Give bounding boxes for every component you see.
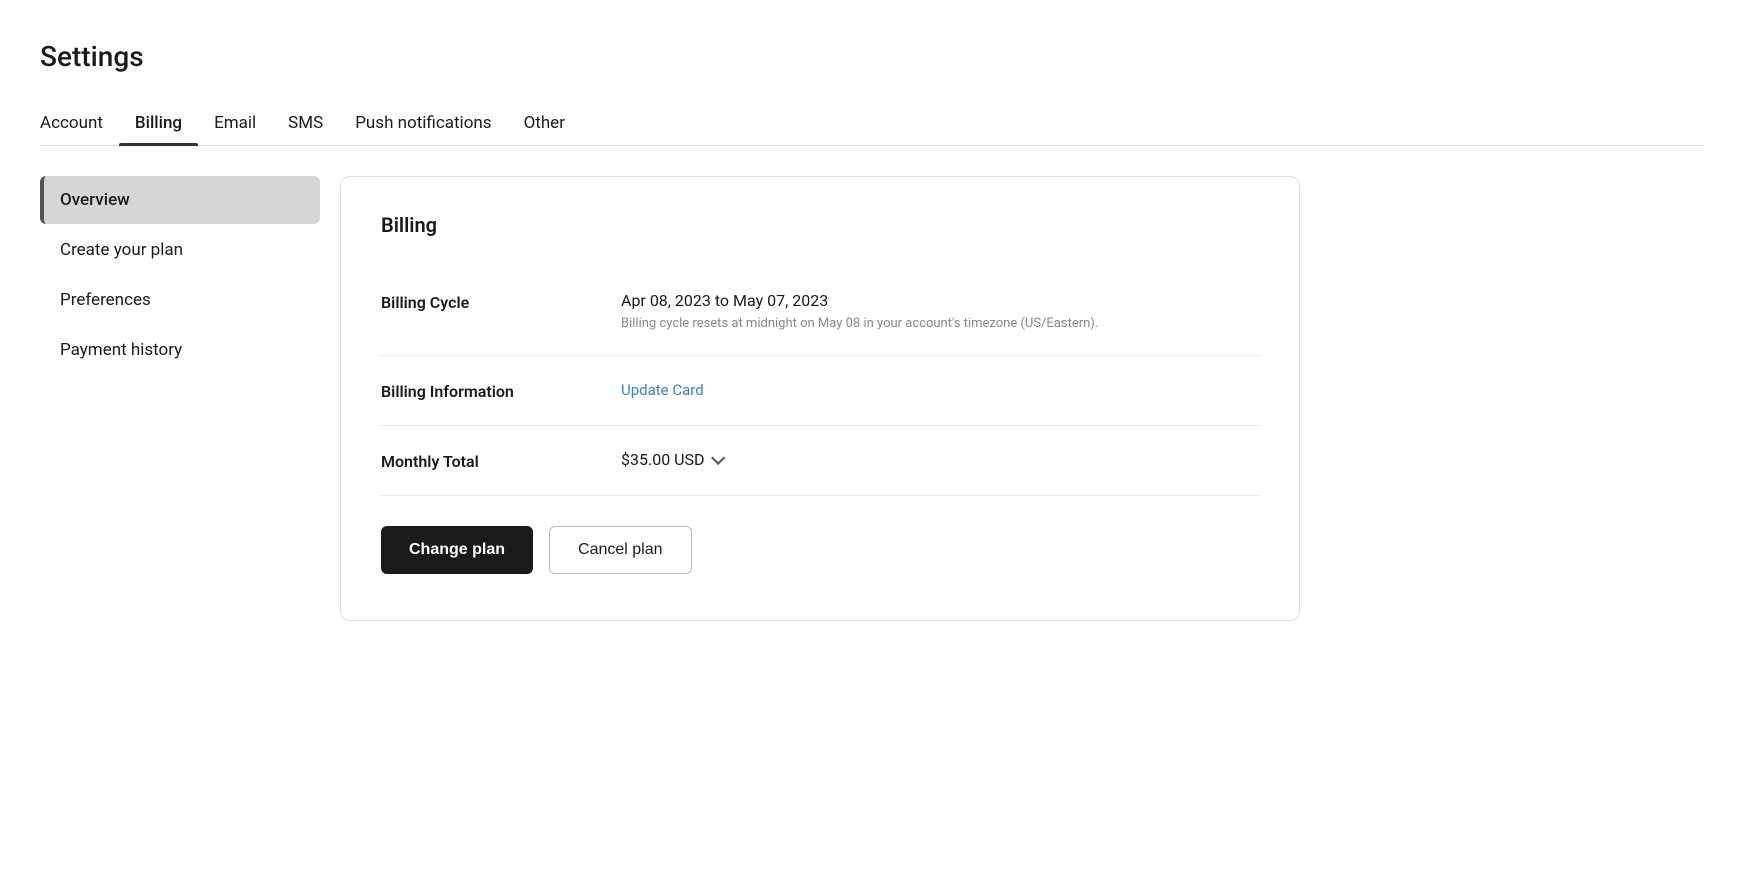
monthly-total-row: Monthly Total $35.00 USD [381, 426, 1259, 496]
chevron-down-icon [711, 450, 725, 464]
action-buttons: Change plan Cancel plan [381, 526, 1259, 584]
billing-cycle-note: Billing cycle resets at midnight on May … [621, 316, 1259, 331]
billing-card: Billing Billing Cycle Apr 08, 2023 to Ma… [340, 176, 1300, 621]
page-title: Settings [40, 40, 1704, 73]
billing-cycle-date: Apr 08, 2023 to May 07, 2023 [621, 291, 1259, 310]
monthly-total-value: $35.00 USD [621, 450, 1259, 469]
tab-other[interactable]: Other [508, 101, 581, 145]
sidebar-item-preferences[interactable]: Preferences [40, 276, 320, 324]
sidebar-item-create-your-plan[interactable]: Create your plan [40, 226, 320, 274]
change-plan-button[interactable]: Change plan [381, 526, 533, 574]
billing-card-title: Billing [381, 213, 1259, 237]
tab-push-notifications[interactable]: Push notifications [339, 101, 507, 145]
content-area: Overview Create your plan Preferences Pa… [40, 146, 1704, 631]
update-card-link[interactable]: Update Card [621, 381, 704, 399]
tab-account[interactable]: Account [40, 101, 119, 145]
billing-cycle-value: Apr 08, 2023 to May 07, 2023 Billing cyc… [621, 291, 1259, 331]
billing-cycle-row: Billing Cycle Apr 08, 2023 to May 07, 20… [381, 267, 1259, 356]
monthly-total-dropdown[interactable]: $35.00 USD [621, 450, 1259, 469]
billing-information-label: Billing Information [381, 380, 621, 401]
main-content: Billing Billing Cycle Apr 08, 2023 to Ma… [320, 166, 1704, 631]
tab-email[interactable]: Email [198, 101, 272, 145]
page-container: Settings Account Billing Email SMS Push … [0, 0, 1744, 896]
billing-information-value: Update Card [621, 380, 1259, 399]
sidebar: Overview Create your plan Preferences Pa… [40, 166, 320, 631]
tab-sms[interactable]: SMS [272, 101, 339, 145]
monthly-total-label: Monthly Total [381, 450, 621, 471]
billing-information-row: Billing Information Update Card [381, 356, 1259, 426]
sidebar-item-payment-history[interactable]: Payment history [40, 326, 320, 374]
tab-billing[interactable]: Billing [119, 101, 198, 145]
billing-cycle-label: Billing Cycle [381, 291, 621, 312]
cancel-plan-button[interactable]: Cancel plan [549, 526, 692, 574]
sidebar-item-overview[interactable]: Overview [40, 176, 320, 224]
monthly-total-amount: $35.00 USD [621, 450, 705, 469]
top-nav: Account Billing Email SMS Push notificat… [40, 101, 1704, 146]
